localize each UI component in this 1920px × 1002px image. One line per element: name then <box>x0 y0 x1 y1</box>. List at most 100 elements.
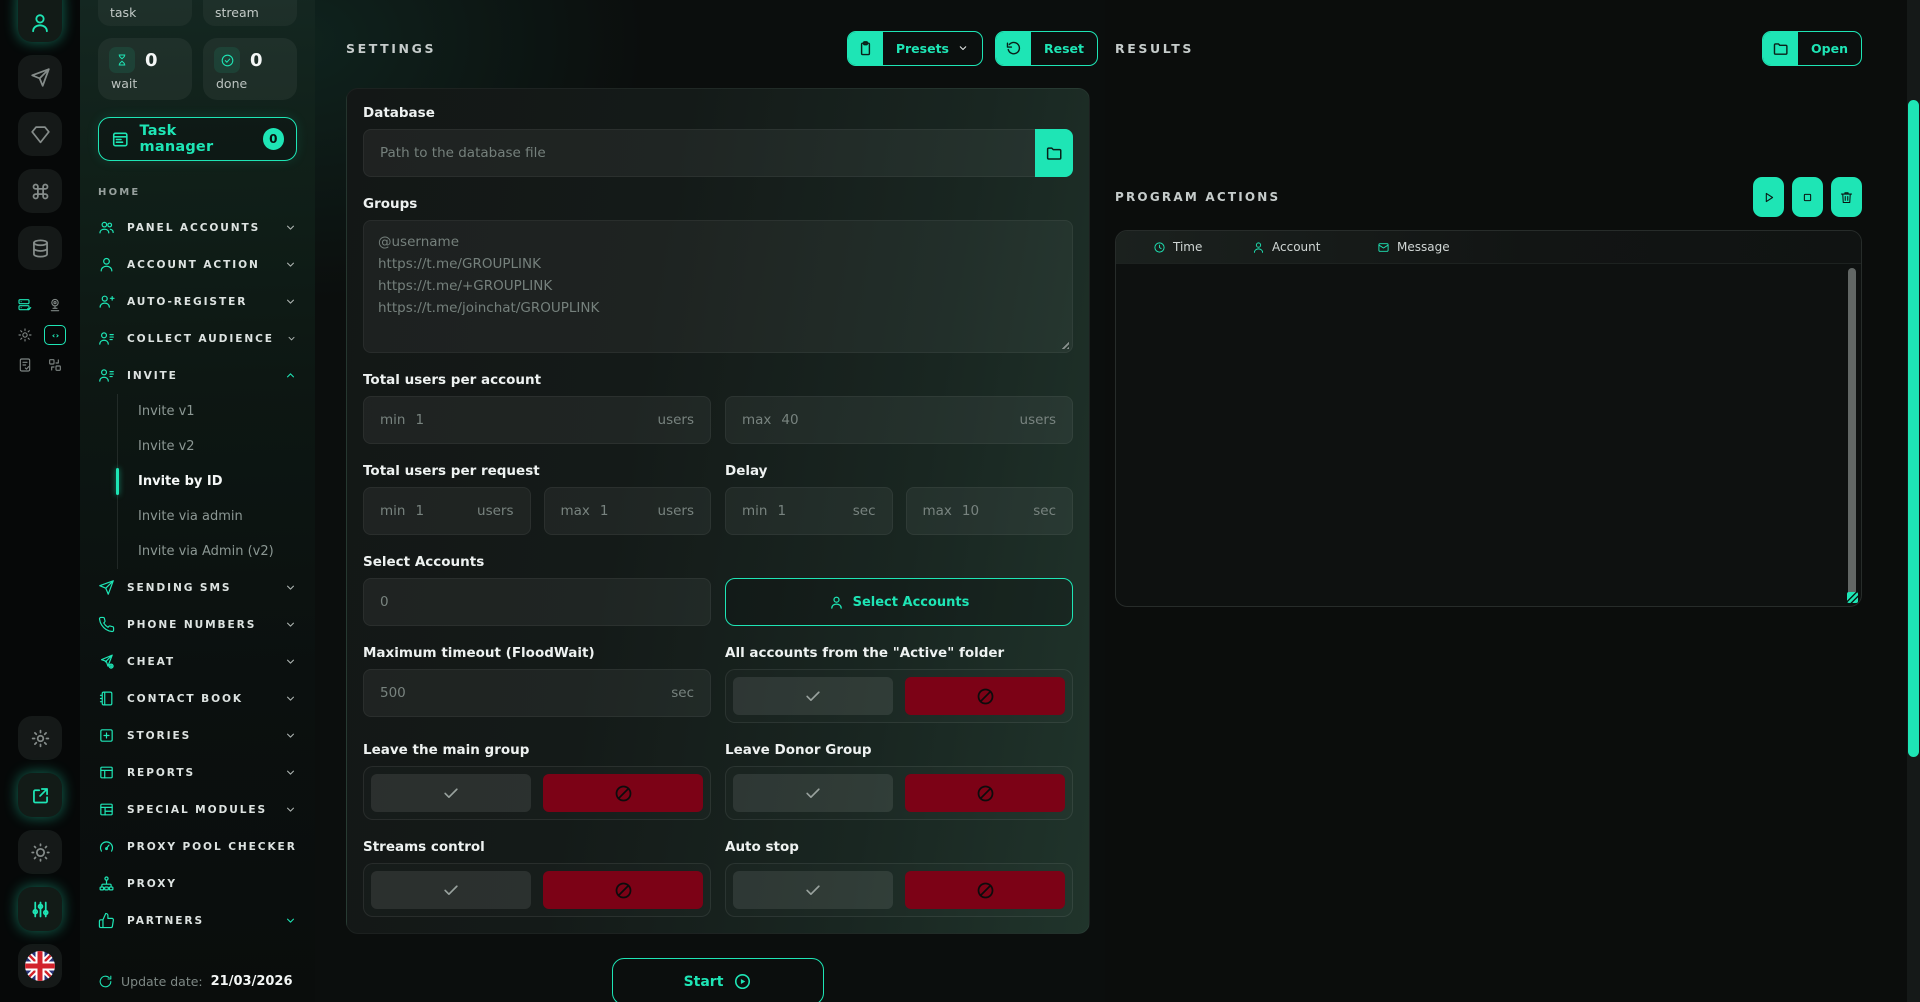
sidebar-item-proxy[interactable]: PROXY <box>98 865 297 902</box>
sidebar-item-sending-sms[interactable]: SENDING SMS <box>98 569 297 606</box>
rail-theme-button[interactable] <box>18 830 62 874</box>
streams-control-enable-button[interactable] <box>371 871 531 909</box>
active-folder-enable-button[interactable] <box>733 677 893 715</box>
reset-button[interactable]: Reset <box>995 31 1098 66</box>
send-icon <box>30 67 51 88</box>
rail-settings-button[interactable] <box>18 716 62 760</box>
rail-language-button[interactable] <box>18 944 62 988</box>
settings-title: SETTINGS <box>346 41 436 56</box>
leave-donor-label: Leave Donor Group <box>725 742 1073 758</box>
stream-card-label: stream <box>215 5 259 20</box>
per-account-max-input[interactable]: max 40 users <box>725 396 1073 444</box>
groups-group: Groups @username https://t.me/GROUPLINK … <box>363 196 1073 353</box>
gear-icon <box>30 728 51 749</box>
leave-main-enable-button[interactable] <box>371 774 531 812</box>
selected-accounts-count-input[interactable]: 0 <box>363 578 711 626</box>
delay-min-input[interactable]: min 1 sec <box>725 487 893 535</box>
webcam-icon[interactable] <box>47 297 63 313</box>
groups-label: Groups <box>363 196 1073 212</box>
proxy-pool-checker-icon <box>98 838 115 855</box>
groups-textarea[interactable]: @username https://t.me/GROUPLINK https:/… <box>363 220 1073 353</box>
folder-icon <box>1763 31 1798 66</box>
leave-donor-enable-button[interactable] <box>733 774 893 812</box>
diamond-icon <box>30 124 51 145</box>
per-request-min-input[interactable]: min 1 users <box>363 487 531 535</box>
chevron-down-icon <box>284 221 297 234</box>
delay-label: Delay <box>725 463 1073 479</box>
notes-icon[interactable] <box>17 357 33 373</box>
flood-wait-input[interactable]: 500 sec <box>363 669 711 717</box>
rail-command-button[interactable] <box>18 169 62 213</box>
program-actions-stop-button[interactable] <box>1792 177 1823 217</box>
sidebar-item-invite-via-admin[interactable]: Invite via admin <box>118 499 297 534</box>
leave-donor-disable-button[interactable] <box>905 774 1065 812</box>
play-circle-icon <box>733 972 752 991</box>
settings-panel: SETTINGS Presets Reset Database <box>315 0 1105 1002</box>
open-results-button[interactable]: Open <box>1762 31 1862 66</box>
streams-control-disable-button[interactable] <box>543 871 703 909</box>
sidebar-item-invite-via-admin-v2[interactable]: Invite via Admin (v2) <box>118 534 297 569</box>
no-symbol-icon <box>613 880 634 901</box>
sidebar-item-invite-v1[interactable]: Invite v1 <box>118 394 297 429</box>
sidebar-item-stories[interactable]: STORIES <box>98 717 297 754</box>
code-window-icon[interactable] <box>44 325 66 345</box>
external-link-icon <box>30 785 51 806</box>
rail-database-button[interactable] <box>18 226 62 270</box>
person-icon <box>1252 241 1265 254</box>
presets-button[interactable]: Presets <box>847 31 983 66</box>
stream-stat-card: stream <box>203 0 297 26</box>
sidebar-item-proxy-pool-checker[interactable]: PROXY POOL CHECKER <box>98 828 297 865</box>
rail-preferences-button[interactable] <box>18 887 62 931</box>
program-actions-clear-button[interactable] <box>1831 177 1862 217</box>
select-accounts-label: Select Accounts <box>363 554 711 570</box>
rail-premium-button[interactable] <box>18 112 62 156</box>
table-resize-handle[interactable] <box>1847 592 1858 603</box>
swap-icon[interactable] <box>47 357 63 373</box>
chevron-down-icon <box>284 618 297 631</box>
rail-profile-button[interactable] <box>18 0 62 42</box>
sidebar-item-invite-by-id[interactable]: Invite by ID <box>118 464 297 499</box>
browse-database-button[interactable] <box>1035 129 1073 177</box>
auto-stop-enable-button[interactable] <box>733 871 893 909</box>
sidebar-item-cheat[interactable]: CHEAT <box>98 643 297 680</box>
database-path-input[interactable] <box>363 129 1073 177</box>
sidebar-item-reports[interactable]: REPORTS <box>98 754 297 791</box>
sidebar-item-panel-accounts[interactable]: PANEL ACCOUNTS <box>98 209 297 246</box>
results-title: RESULTS <box>1115 41 1194 56</box>
server-check-icon[interactable] <box>17 297 33 313</box>
rail-external-link-button[interactable] <box>18 773 62 817</box>
app-window: task stream 0 wait 0 done Task manager <box>0 0 1920 1002</box>
table-scrollbar-thumb[interactable] <box>1848 268 1856 598</box>
sidebar-item-partners[interactable]: PARTNERS <box>98 902 297 939</box>
sidebar-item-invite-v2[interactable]: Invite v2 <box>118 429 297 464</box>
rail-quick-icons <box>17 297 63 373</box>
gear-small-icon[interactable] <box>17 327 33 343</box>
person-icon <box>829 595 844 610</box>
envelope-icon <box>1377 241 1390 254</box>
window-scrollbar-thumb[interactable] <box>1908 100 1919 757</box>
sidebar-item-auto-register[interactable]: AUTO-REGISTER <box>98 283 297 320</box>
update-date-row: Update date: 21/03/2026 <box>98 974 297 989</box>
sidebar-item-invite[interactable]: INVITE <box>98 357 297 394</box>
per-account-min-input[interactable]: min 1 users <box>363 396 711 444</box>
auto-stop-disable-button[interactable] <box>905 871 1065 909</box>
sidebar-item-phone-numbers[interactable]: PHONE NUMBERS <box>98 606 297 643</box>
folder-icon <box>1045 144 1063 162</box>
per-request-max-input[interactable]: max 1 users <box>544 487 712 535</box>
sidebar-item-collect-audience[interactable]: COLLECT AUDIENCE <box>98 320 297 357</box>
delay-max-input[interactable]: max 10 sec <box>906 487 1074 535</box>
program-actions-play-button[interactable] <box>1753 177 1784 217</box>
start-button[interactable]: Start <box>612 958 824 1002</box>
sidebar-item-contact-book[interactable]: CONTACT BOOK <box>98 680 297 717</box>
sidebar-item-special-modules[interactable]: SPECIAL MODULES <box>98 791 297 828</box>
leave-main-disable-button[interactable] <box>543 774 703 812</box>
leave-main-group: Leave the main group <box>363 742 711 820</box>
sidebar-item-account-action[interactable]: ACCOUNT ACTION <box>98 246 297 283</box>
active-folder-disable-button[interactable] <box>905 677 1065 715</box>
select-accounts-group: Select Accounts 0 <box>363 554 711 626</box>
task-manager-button[interactable]: Task manager 0 <box>98 117 297 161</box>
chevron-down-icon <box>284 655 297 668</box>
refresh-icon[interactable] <box>98 974 113 989</box>
rail-send-button[interactable] <box>18 55 62 99</box>
select-accounts-button[interactable]: Select Accounts <box>725 578 1073 626</box>
